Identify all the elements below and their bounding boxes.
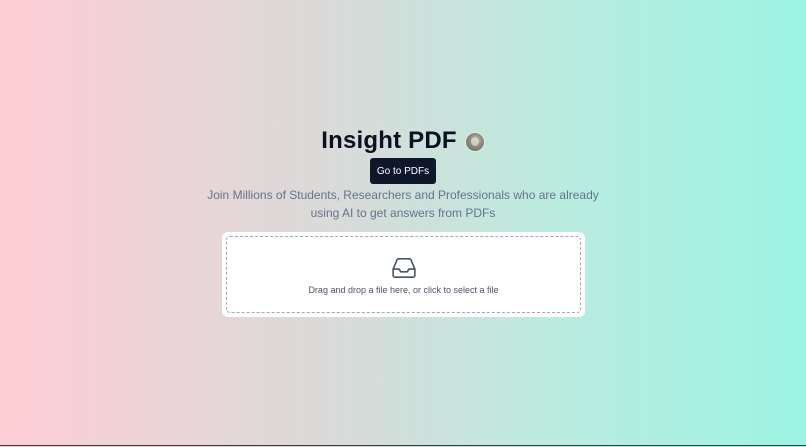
tagline: Join Millions of Students, Researchers a…: [207, 188, 599, 220]
user-avatar[interactable]: [464, 132, 485, 152]
dropzone-instructions: Drag and drop a file here, or click to s…: [308, 284, 499, 295]
bottom-divider: [0, 445, 806, 446]
page-title: Insight PDF: [321, 127, 457, 154]
title-row: Insight PDF: [0, 126, 806, 156]
upload-card: Drag and drop a file here, or click to s…: [222, 232, 585, 317]
inbox-icon: [391, 257, 416, 278]
landing-page: Insight PDF Go to PDFs Join Millions of …: [0, 0, 806, 446]
file-dropzone[interactable]: Drag and drop a file here, or click to s…: [226, 236, 581, 313]
go-to-pdfs-button[interactable]: Go to PDFs: [370, 158, 436, 184]
